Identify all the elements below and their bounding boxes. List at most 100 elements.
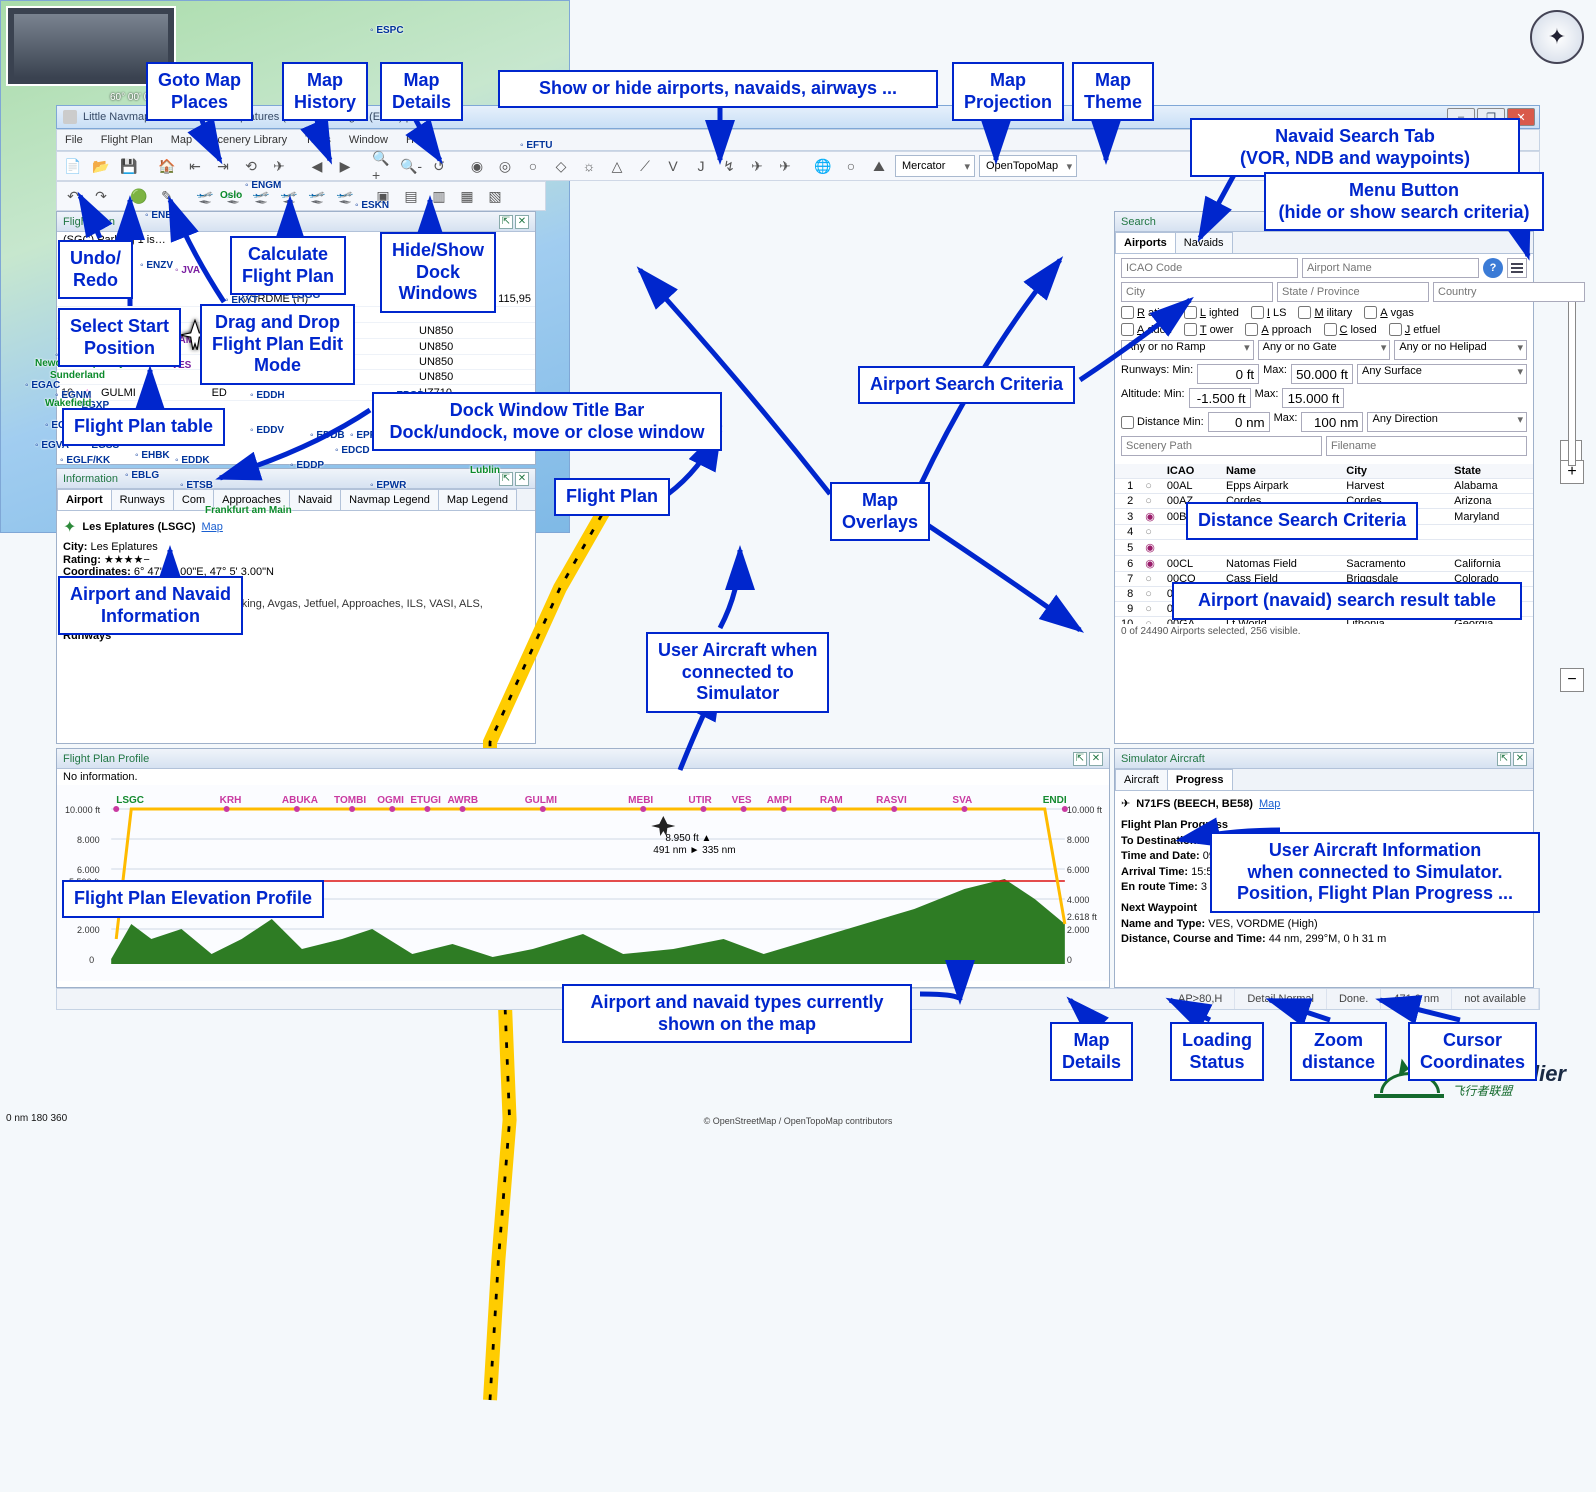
sim-titlebar[interactable]: Simulator Aircraft ⇱✕ xyxy=(1115,749,1533,769)
search-menu-button[interactable] xyxy=(1507,258,1527,278)
search-titlebar[interactable]: Search ⇱✕ xyxy=(1115,212,1533,232)
svg-text:TOMBI: TOMBI xyxy=(334,795,366,806)
svg-text:6.000: 6.000 xyxy=(1067,865,1090,875)
search-gate-combo[interactable]: Any or no Gate xyxy=(1258,340,1391,360)
search-status: 0 of 24490 Airports selected, 256 visibl… xyxy=(1115,624,1533,639)
distance-check[interactable] xyxy=(1121,416,1134,429)
sim-tab-progress[interactable]: Progress xyxy=(1167,769,1233,790)
search-result-row[interactable]: 6◉00CLNatomas FieldSacramentoCalifornia xyxy=(1115,556,1533,572)
elevation-chart[interactable]: 10.000 ft 8.000 6.000 5.500 ft 4.000 2.0… xyxy=(57,785,1109,981)
search-ramp-combo[interactable]: Any or no Ramp xyxy=(1121,340,1254,360)
svg-text:SVA: SVA xyxy=(952,795,972,806)
sim-enr-value: 3 h 54 m xyxy=(1201,881,1244,893)
help-icon[interactable]: ? xyxy=(1483,258,1503,278)
map-label: Wakefield xyxy=(45,398,91,409)
rwy-max-input[interactable] xyxy=(1291,364,1353,384)
search-result-row[interactable]: 3◉00BSouth RiverEdgewaterMaryland xyxy=(1115,509,1533,525)
map-label: ◦ EBLG xyxy=(125,470,159,481)
search-check-jetfuel[interactable]: Jetfuel xyxy=(1389,323,1440,336)
sim-aircraft-panel: Simulator Aircraft ⇱✕ AircraftProgress ✈… xyxy=(1114,748,1534,988)
map-label: ◦ ESKN xyxy=(355,200,389,211)
search-check-rating[interactable]: Rating xyxy=(1121,306,1172,319)
profile-pin-icon[interactable]: ⇱ xyxy=(1073,752,1087,766)
svg-text:MEBI: MEBI xyxy=(628,795,653,806)
aircraft-label: N71FS IAS 74, GS 86, HDG 84°M ALT 8.950 … xyxy=(215,330,343,384)
sim-title: Simulator Aircraft xyxy=(1121,753,1205,765)
search-name-input[interactable] xyxy=(1302,258,1479,278)
search-check-closed[interactable]: Closed xyxy=(1324,323,1377,336)
sim-map-link[interactable]: Map xyxy=(1259,797,1280,812)
svg-text:2.000: 2.000 xyxy=(77,925,100,935)
dir-combo[interactable]: Any Direction xyxy=(1367,412,1527,432)
sim-enr-label: En route Time: xyxy=(1121,881,1198,893)
sim-nw-label: Name and Type: xyxy=(1121,918,1205,930)
svg-text:UTIR: UTIR xyxy=(688,795,712,806)
search-icao-input[interactable] xyxy=(1121,258,1298,278)
search-result-row[interactable]: 10○00GALt WorldLithoniaGeorgia xyxy=(1115,617,1533,625)
dist-max-input[interactable] xyxy=(1301,412,1363,432)
surface-combo[interactable]: Any Surface xyxy=(1357,364,1527,384)
search-pin-icon[interactable]: ⇱ xyxy=(1497,215,1511,229)
svg-text:2.618 ft: 2.618 ft xyxy=(1067,912,1098,922)
search-result-row[interactable]: 8○00FAGrass PatchBushnellFlorida xyxy=(1115,587,1533,602)
map-label: ◦ ENBR xyxy=(145,210,180,221)
search-check-lighted[interactable]: Lighted xyxy=(1184,306,1239,319)
map-label: Lublin xyxy=(470,465,500,476)
search-result-row[interactable]: 4○ xyxy=(1115,525,1533,540)
map-label: ◦ EPMO xyxy=(450,440,486,451)
search-check-military[interactable]: Military xyxy=(1298,306,1352,319)
profile-titlebar[interactable]: Flight Plan Profile ⇱✕ xyxy=(57,749,1109,769)
map-label: ◦ ESPC xyxy=(370,25,404,36)
svg-text:491 nm ► 335 nm: 491 nm ► 335 nm xyxy=(653,845,735,856)
sim-pin-icon[interactable]: ⇱ xyxy=(1497,752,1511,766)
search-state-input[interactable] xyxy=(1277,282,1429,302)
alt-min-input[interactable] xyxy=(1189,388,1251,408)
sim-dest-label: To Destination: xyxy=(1121,835,1200,847)
alt-max-input[interactable] xyxy=(1282,388,1344,408)
search-tab-navaids[interactable]: Navaids xyxy=(1175,232,1233,253)
search-check-avgas[interactable]: Avgas xyxy=(1364,306,1414,319)
sim-close-icon[interactable]: ✕ xyxy=(1513,752,1527,766)
search-result-table[interactable]: ICAONameCityState 1○00ALEpps AirparkHarv… xyxy=(1115,464,1533,624)
search-check-approach[interactable]: Approach xyxy=(1245,323,1311,336)
search-helipad-combo[interactable]: Any or no Helipad xyxy=(1394,340,1527,360)
svg-text:5.500 ft: 5.500 ft xyxy=(69,877,100,887)
svg-text:OGMI: OGMI xyxy=(377,795,404,806)
map-label: ◦ EHBK xyxy=(135,450,170,461)
search-result-row[interactable]: 1○00ALEpps AirparkHarvestAlabama xyxy=(1115,479,1533,494)
svg-text:4.000: 4.000 xyxy=(77,895,100,905)
svg-text:2.000: 2.000 xyxy=(1067,925,1090,935)
sim-nw2-label: Distance, Course and Time: xyxy=(1121,933,1266,945)
rwy-min-input[interactable] xyxy=(1197,364,1259,384)
status-types: AP>80,H xyxy=(1166,989,1235,1009)
profile-close-icon[interactable]: ✕ xyxy=(1089,752,1103,766)
search-result-row[interactable]: 7○00COCass FieldBriggsdaleColorado xyxy=(1115,572,1533,587)
search-close-icon[interactable]: ✕ xyxy=(1513,215,1527,229)
map-label: ◦ EGVA xyxy=(35,440,69,451)
search-result-row[interactable]: 2○00AZCordesCordesArizona xyxy=(1115,494,1533,509)
search-city-input[interactable] xyxy=(1121,282,1273,302)
svg-text:8.000: 8.000 xyxy=(1067,835,1090,845)
search-check-ils[interactable]: ILS xyxy=(1251,306,1287,319)
search-check-addon[interactable]: Addon xyxy=(1121,323,1172,336)
map-label: ◦ EPWR xyxy=(370,480,406,491)
scenery-path-input[interactable] xyxy=(1121,436,1322,456)
map-label: Oslo xyxy=(220,190,242,201)
map-label: ◦ EPMB xyxy=(410,400,445,411)
map-panel[interactable]: ✦ 60° 00' 00,0"N ◦ ESPC◦ EFTU◦ ESKN◦ ESN… xyxy=(0,0,570,533)
search-result-row[interactable]: 9○00FLRiver OakOkeechobeeFlorida xyxy=(1115,602,1533,617)
svg-text:0: 0 xyxy=(89,955,94,965)
map-label: ◦ ENGM xyxy=(245,180,281,191)
filename-input[interactable] xyxy=(1326,436,1527,456)
map-label: ◦ EDDP xyxy=(290,460,324,471)
search-check-tower[interactable]: Tower xyxy=(1184,323,1234,336)
svg-text:VES: VES xyxy=(732,795,752,806)
map-label: ◦ EFTU xyxy=(520,140,552,151)
search-tab-airports[interactable]: Airports xyxy=(1115,232,1176,253)
search-country-input[interactable] xyxy=(1433,282,1585,302)
map-label: Newcastle upon Tyne xyxy=(35,358,137,369)
dist-min-input[interactable] xyxy=(1208,412,1270,432)
sim-tab-aircraft[interactable]: Aircraft xyxy=(1115,769,1168,790)
sim-time-label: Time and Date: xyxy=(1121,850,1200,862)
search-result-row[interactable]: 5◉ xyxy=(1115,540,1533,556)
